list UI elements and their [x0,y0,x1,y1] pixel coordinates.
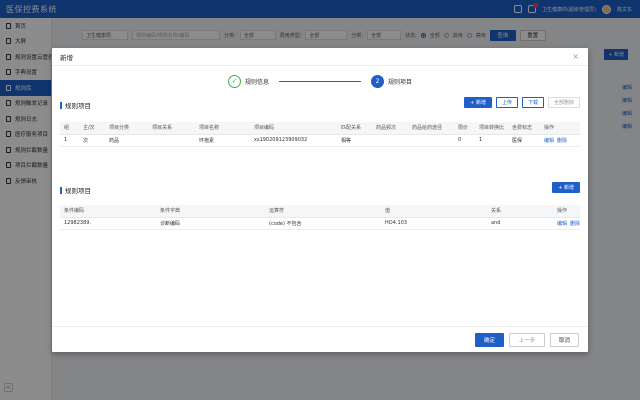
col-actions: 操作 [540,122,580,135]
cell-condition-code: 12982389. [60,217,156,230]
upload-button[interactable]: 上传 [495,97,518,108]
table-row: 1 次 药品 环孢素 xs190209123909032 相等 0 1 医保 编… [60,134,580,147]
modal-header: 新增 × [52,48,588,66]
download-button[interactable]: 下载 [521,97,544,108]
cell-group: 1 [60,134,79,147]
delete-link[interactable]: 删除 [557,138,567,144]
col-relation: 关系 [487,205,553,218]
table-header: 组 主/次 项目分类 项目关系 项目名称 项目编码 匹配关系 药品频次 药品给药… [60,122,580,135]
cell-actions: 编辑 删除 [540,134,580,147]
cell-item-name: 环孢素 [195,134,250,147]
confirm-button[interactable]: 确定 [475,333,504,347]
cell-item-category: 药品 [105,134,148,147]
add-condition-button[interactable]: + 新增 [552,182,580,193]
col-item-name: 项目名称 [195,122,250,135]
cell-item-code: xs190209123909032 [250,134,337,147]
cell-price-limit: 0 [454,134,475,147]
table-row: 12982389. 诊断编码 (code) 不包含 HO4.103 and 编辑… [60,217,580,230]
col-drug-frequency: 药品频次 [372,122,408,135]
previous-step-button[interactable]: 上一步 [509,333,545,347]
col-fee-flag: 含费标志 [508,122,540,135]
col-group: 组 [60,122,79,135]
col-value: 值 [381,205,487,218]
step-indicator: ✓ 规则信息 2 规则项目 [228,75,412,88]
add-rule-modal: 新增 × ✓ 规则信息 2 规则项目 规则项目 + 新增 上传 下载 全部删除 … [52,48,588,352]
cell-drug-frequency [372,134,408,147]
modal-footer: 确定 上一步 取消 [52,326,588,352]
step-rule-items: 规则项目 [388,79,413,86]
col-price-limit: 限价 [454,122,475,135]
modal-title: 新增 [60,53,73,62]
cell-value: HO4.103 [381,217,487,230]
step-rule-info: 规则信息 [245,79,270,86]
col-item-relation: 项目关系 [148,122,195,135]
col-drug-route: 药品给药途径 [408,122,454,135]
edit-link[interactable]: 编辑 [544,138,554,144]
cell-conversion-ratio: 1 [475,134,508,147]
col-item-code: 项目编码 [250,122,337,135]
section-toolbar: + 新增 上传 下载 全部删除 [464,97,580,108]
cell-drug-route [408,134,454,147]
check-icon: ✓ [228,75,241,88]
delete-link[interactable]: 删除 [570,221,580,227]
step-number: 2 [371,75,385,88]
cell-relation: and [487,217,553,230]
cell-match-relation: 相等 [337,134,372,147]
section-title: 规则项目 [60,185,580,195]
cell-actions: 编辑 删除 [553,217,580,230]
cell-item-relation [148,134,195,147]
col-condition-dictionary: 条件字典 [156,205,265,218]
col-conversion-ratio: 项目转换比 [475,122,508,135]
cancel-button[interactable]: 取消 [550,333,579,347]
rule-items-section: 规则项目 + 新增 上传 下载 全部删除 组 主/次 项目分类 项目关系 项目名… [60,97,580,147]
col-condition-code: 条件编码 [60,205,156,218]
section-toolbar: + 新增 [552,182,580,193]
cell-condition-dictionary: 诊断编码 [156,217,265,230]
step-connector [279,81,362,82]
col-actions: 操作 [553,205,580,218]
delete-all-button[interactable]: 全部删除 [547,97,580,108]
cell-primary-secondary: 次 [79,134,105,147]
cell-operator: (code) 不包含 [265,217,381,230]
cell-fee-flag: 医保 [508,134,540,147]
conditions-table: 条件编码 条件字典 运算符 值 关系 操作 12982389. 诊断编码 (co… [60,205,580,230]
edit-link[interactable]: 编辑 [557,221,567,227]
rule-items-table: 组 主/次 项目分类 项目关系 项目名称 项目编码 匹配关系 药品频次 药品给药… [60,122,580,147]
add-item-button[interactable]: + 新增 [464,97,492,108]
col-item-category: 项目分类 [105,122,148,135]
conditions-section: 规则项目 + 新增 条件编码 条件字典 运算符 值 关系 操作 12982389… [60,182,580,230]
table-header: 条件编码 条件字典 运算符 值 关系 操作 [60,205,580,218]
col-primary-secondary: 主/次 [79,122,105,135]
col-match-relation: 匹配关系 [337,122,372,135]
col-operator: 运算符 [265,205,381,218]
close-icon[interactable]: × [572,52,579,61]
